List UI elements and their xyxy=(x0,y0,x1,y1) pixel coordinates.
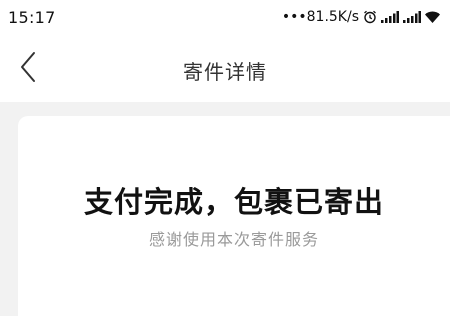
result-subline: 感谢使用本次寄件服务 xyxy=(148,230,319,249)
nav-bar: 寄件详情 xyxy=(0,34,450,102)
result-card: 支付完成，包裹已寄出 感谢使用本次寄件服务 xyxy=(18,116,450,316)
alarm-icon xyxy=(364,10,376,24)
page-title: 寄件详情 xyxy=(183,60,267,84)
network-speed: •••81.5K/s xyxy=(281,9,359,25)
status-time: 15:17 xyxy=(8,7,56,27)
signal-icon-2 xyxy=(403,11,421,23)
wifi-icon xyxy=(425,11,440,23)
signal-icon xyxy=(381,11,399,23)
result-headline: 支付完成，包裹已寄出 xyxy=(83,185,384,219)
status-bar: 15:17 •••81.5K/s xyxy=(0,0,450,34)
status-icons: •••81.5K/s xyxy=(282,9,440,25)
